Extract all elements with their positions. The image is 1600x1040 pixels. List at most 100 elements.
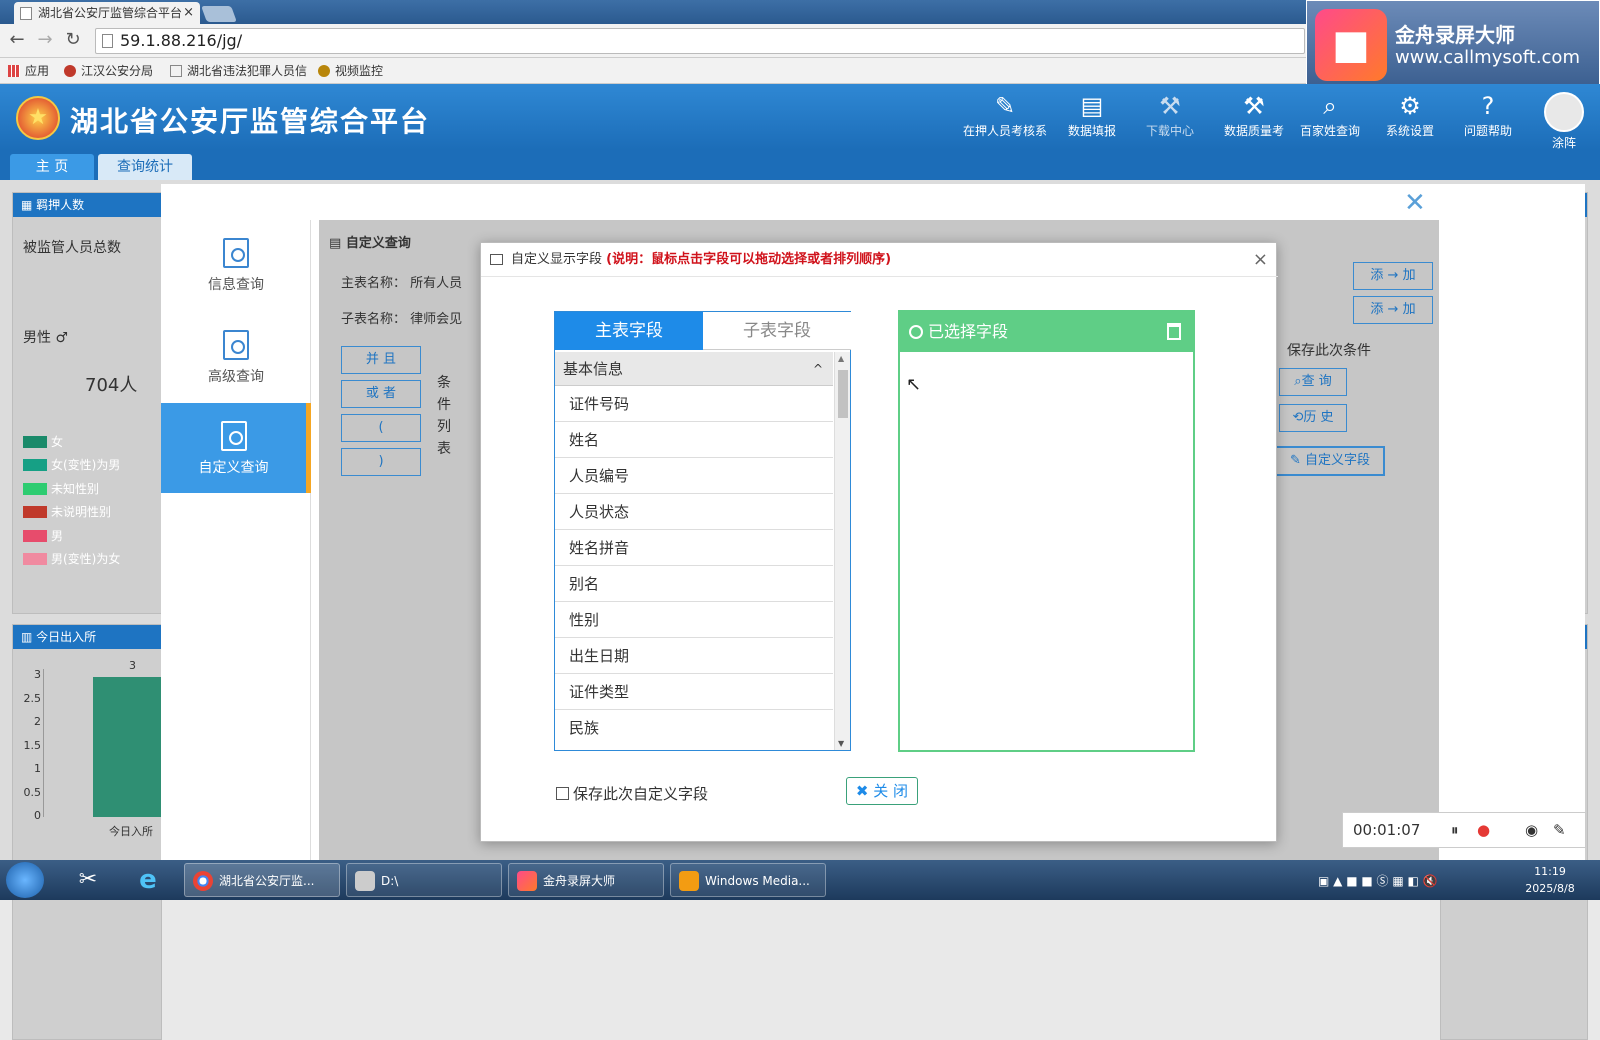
avatar[interactable]	[1544, 92, 1584, 132]
ie-icon[interactable]: e	[132, 864, 164, 896]
chart-y-ticks: 3 2.5 2 1.5 1 0.5 0	[23, 668, 42, 822]
pen-icon[interactable]: ✎	[1553, 813, 1566, 847]
scroll-up-icon[interactable]: ▲	[838, 354, 844, 363]
cursor-icon: ↖	[906, 374, 922, 395]
field-item[interactable]: 别名	[555, 566, 833, 602]
scroll-down-icon[interactable]: ▼	[838, 739, 844, 748]
checkbox[interactable]	[556, 787, 569, 800]
field-list-scrollbar[interactable]: ▲ ▼	[834, 352, 850, 750]
reload-icon[interactable]: ↻	[62, 28, 84, 52]
taskbar-media-player[interactable]: Windows Media...	[670, 863, 826, 897]
bookmark-criminal-db[interactable]: 湖北省违法犯罪人员信	[170, 62, 307, 80]
search-document-icon	[223, 330, 249, 360]
and-button[interactable]: 并 且	[341, 346, 421, 374]
tab-sub-fields[interactable]: 子表字段	[703, 312, 851, 350]
sub-table-row: 子表名称： 律师会见	[341, 312, 463, 327]
add-button[interactable]: 添 → 加	[1353, 296, 1433, 324]
collapse-icon: ^	[812, 362, 823, 376]
field-item[interactable]: 证件号码	[555, 386, 833, 422]
today-inout-panel: ▥ 今日出入所 3 2.5 2 1.5 1 0.5 0 3 今日入所	[12, 624, 163, 1040]
video-icon	[318, 65, 330, 77]
right-paren-button[interactable]: )	[341, 448, 421, 476]
field-item[interactable]: 人员状态	[555, 494, 833, 530]
history-button[interactable]: ⟲历 史	[1279, 404, 1347, 432]
field-item[interactable]: 姓名	[555, 422, 833, 458]
dialog-close-icon[interactable]: ×	[1253, 243, 1268, 277]
chart-y-axis	[43, 669, 44, 817]
close-button[interactable]: ✖ 关 闭	[846, 777, 918, 805]
taskbar: ✂ e 湖北省公安厅监... D:\ 金舟录屏大师 Windows Media.…	[0, 860, 1600, 900]
save-custom-fields-checkbox[interactable]: 保存此次自定义字段	[556, 783, 708, 804]
chart-bar	[93, 677, 163, 817]
nav-download[interactable]: ⚒ 下载中心	[1130, 90, 1210, 148]
clock[interactable]: 11:19 2025/8/8	[1510, 863, 1590, 897]
menu-custom-query[interactable]: 自定义查询	[161, 403, 311, 493]
query-button[interactable]: ⌕查 询	[1279, 368, 1347, 396]
stop-icon[interactable]: ●	[1477, 813, 1490, 847]
nav-assessment[interactable]: ✎ 在押人员考核系	[958, 90, 1052, 148]
back-icon[interactable]: ←	[6, 28, 28, 52]
custom-field-button[interactable]: ✎ 自定义字段	[1275, 446, 1385, 476]
tab-query-stats[interactable]: 查询统计	[98, 154, 192, 180]
document-icon: ▤	[1080, 92, 1104, 120]
bar-chart-icon: ▥	[21, 630, 37, 644]
taskbar-explorer[interactable]: D:\	[346, 863, 502, 897]
detainee-panel: ▦ 羁押人数 被监管人员总数 男性 ♂ 704人 女 女(变性)为男 未知性别 …	[12, 192, 162, 614]
add-button[interactable]: 添 → 加	[1353, 262, 1433, 290]
browser-tab[interactable]: 湖北省公安厅监管综合平台 ×	[14, 2, 200, 24]
pause-icon[interactable]: ⏸	[1451, 813, 1459, 847]
start-button[interactable]	[6, 862, 44, 898]
taskbar-recorder[interactable]: 金舟录屏大师	[508, 863, 664, 897]
tray-icons[interactable]: ▣ ▲ ■ ■ Ⓢ ▦ ◧ 🔇	[1318, 872, 1438, 889]
bookmark-apps[interactable]: 应用	[8, 62, 49, 80]
legend-swatch	[23, 483, 47, 495]
help-icon: ?	[1481, 92, 1495, 120]
field-item[interactable]: 性别	[555, 602, 833, 638]
tool-icon[interactable]: ✂	[72, 864, 104, 896]
camera-icon[interactable]: ◉	[1525, 813, 1538, 847]
field-item[interactable]: 民族	[555, 710, 833, 746]
left-paren-button[interactable]: (	[341, 414, 421, 442]
legend-swatch	[23, 459, 47, 471]
police-emblem-icon: ★	[16, 96, 60, 140]
field-item[interactable]: 出生日期	[555, 638, 833, 674]
search-document-icon	[220, 421, 247, 451]
field-item[interactable]: 姓名拼音	[555, 530, 833, 566]
nav-surname-search[interactable]: ⌕ 百家姓查询	[1290, 90, 1370, 148]
close-icon: ✖	[855, 782, 869, 800]
selected-fields-header: 已选择字段	[900, 312, 1193, 352]
new-tab-button[interactable]	[201, 6, 237, 22]
nav-data-quality[interactable]: ⚒ 数据质量考	[1212, 90, 1296, 148]
menu-advanced-query[interactable]: 高级查询	[161, 312, 311, 402]
detainee-panel-header: ▦ 羁押人数	[13, 193, 161, 217]
bookmark-jianghan[interactable]: 江汉公安分局	[64, 62, 153, 80]
calendar-icon: ▦	[21, 198, 37, 212]
total-label: 被监管人员总数	[23, 240, 121, 256]
query-side-menu: 信息查询 高级查询 自定义查询	[161, 220, 311, 860]
wrench-icon: ⚒	[1243, 92, 1265, 120]
menu-info-query[interactable]: 信息查询	[161, 220, 311, 310]
nav-help[interactable]: ? 问题帮助	[1448, 90, 1528, 148]
bookmark-video[interactable]: 视频监控	[318, 62, 383, 80]
selected-fields-panel[interactable]: 已选择字段 ↖	[898, 310, 1195, 752]
camera-icon: ■	[1315, 9, 1387, 81]
trash-icon[interactable]	[1167, 323, 1181, 340]
forward-icon[interactable]: →	[34, 28, 56, 52]
url-input[interactable]: 59.1.88.216/jg/	[95, 28, 1305, 54]
dialog-title: 自定义显示字段	[511, 252, 603, 267]
nav-settings[interactable]: ⚙ 系统设置	[1370, 90, 1450, 148]
tab-home[interactable]: 主 页	[10, 154, 94, 180]
close-icon[interactable]: ✕	[1404, 190, 1426, 216]
tab-close-icon[interactable]: ×	[183, 2, 194, 24]
field-item[interactable]: 人员编号	[555, 458, 833, 494]
nav-data-entry[interactable]: ▤ 数据填报	[1052, 90, 1132, 148]
field-item[interactable]: 证件类型	[555, 674, 833, 710]
field-group-header[interactable]: 基本信息 ^	[555, 352, 833, 386]
gear-icon: ⚙	[1399, 92, 1421, 120]
taskbar-chrome[interactable]: 湖北省公安厅监...	[184, 863, 340, 897]
tab-main-fields[interactable]: 主表字段	[555, 312, 703, 350]
chrome-icon	[193, 871, 213, 891]
or-button[interactable]: 或 者	[341, 380, 421, 408]
male-label: 男性 ♂	[23, 330, 69, 346]
scroll-thumb[interactable]	[838, 370, 848, 418]
